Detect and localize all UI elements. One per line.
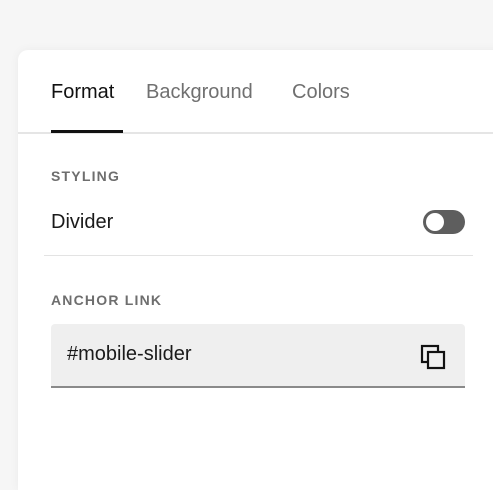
anchor-link-field[interactable]: #mobile-slider [51, 324, 465, 388]
tab-bar: Format Background Colors [18, 50, 493, 134]
divider-label: Divider [51, 211, 114, 233]
divider-toggle[interactable] [423, 210, 465, 234]
styling-section-label: STYLING [51, 168, 121, 184]
tab-colors[interactable]: Colors [292, 80, 350, 104]
row-separator [44, 255, 473, 256]
tab-background[interactable]: Background [146, 80, 253, 104]
anchor-link-section-label: ANCHOR LINK [51, 292, 163, 308]
copy-icon[interactable] [419, 343, 447, 371]
toggle-knob [426, 213, 444, 231]
anchor-link-value[interactable]: #mobile-slider [67, 343, 192, 366]
tab-format[interactable]: Format [51, 80, 114, 104]
section-settings-panel: Format Background Colors STYLING Divider… [18, 50, 493, 490]
active-tab-indicator [51, 130, 123, 133]
